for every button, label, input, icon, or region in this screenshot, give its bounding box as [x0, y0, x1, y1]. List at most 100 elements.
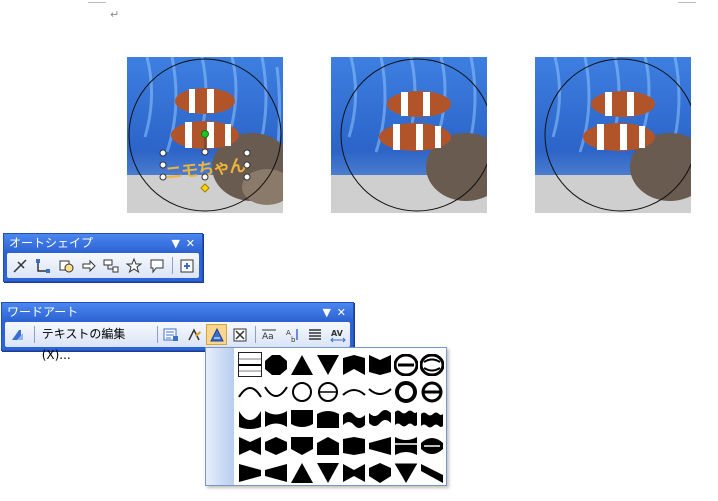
- wordart-shape-option[interactable]: [315, 405, 341, 432]
- flowchart-button[interactable]: [101, 255, 122, 276]
- same-height-icon: Aa: [262, 329, 277, 342]
- wordart-shape-option[interactable]: [315, 459, 341, 486]
- vertical-text-icon: Ab: [286, 328, 298, 343]
- wordart-shape-icon: [239, 410, 261, 429]
- alignment-button[interactable]: [304, 324, 325, 345]
- format-wordart-icon: [188, 327, 202, 340]
- wordart-gallery-button[interactable]: [161, 324, 182, 345]
- wordart-shape-option[interactable]: [263, 459, 289, 486]
- edit-text-button[interactable]: テキストの編集(X)...: [38, 324, 152, 362]
- toolbar-options-icon[interactable]: ▼: [323, 303, 331, 322]
- wordart-shape-option[interactable]: [315, 378, 341, 405]
- wordart-shape-option[interactable]: [341, 351, 367, 378]
- wordart-shape-palette[interactable]: [205, 347, 447, 486]
- close-icon[interactable]: ✕: [337, 303, 346, 322]
- svg-text:AV: AV: [331, 329, 344, 338]
- wordart-shape-option[interactable]: [393, 432, 419, 459]
- wordart-shape-option[interactable]: [341, 459, 367, 486]
- wordart-shape-icon: [421, 381, 443, 402]
- wordart-shape-option[interactable]: [237, 351, 263, 378]
- text-wrapping-icon: [233, 328, 247, 341]
- shape-grid: [237, 351, 445, 486]
- wordart-shape-icon: [421, 437, 443, 454]
- draw-icon: [13, 258, 27, 273]
- wordart-shape-icon: [421, 463, 443, 483]
- wordart-shape-icon: [369, 462, 391, 483]
- wordart-shape-option[interactable]: [393, 405, 419, 432]
- wordart-shape-option[interactable]: [419, 378, 445, 405]
- wordart-shape-option[interactable]: [393, 351, 419, 378]
- more-shapes-icon: [180, 259, 194, 272]
- wordart-shape-option[interactable]: [237, 459, 263, 486]
- wordart-shape-option[interactable]: [263, 378, 289, 405]
- autoshape-toolbar-titlebar[interactable]: オートシェイプ ▼ ✕: [4, 234, 202, 253]
- alignment-icon: [308, 328, 321, 340]
- wordart-shape-option[interactable]: [341, 405, 367, 432]
- insert-wordart-button[interactable]: [8, 324, 29, 345]
- selection-handles[interactable]: [158, 128, 254, 198]
- autoshape-toolbar[interactable]: オートシェイプ ▼ ✕: [3, 233, 203, 282]
- wordart-shape-option[interactable]: [419, 459, 445, 486]
- wordart-shape-option[interactable]: [367, 432, 393, 459]
- wordart-shape-icon: [265, 354, 287, 375]
- wordart-shape-option[interactable]: [341, 432, 367, 459]
- insert-wordart-icon: [12, 329, 24, 340]
- wordart-shape-option[interactable]: [263, 405, 289, 432]
- wordart-shape-option[interactable]: [367, 405, 393, 432]
- wordart-shape-option[interactable]: [237, 405, 263, 432]
- wordart-shape-option[interactable]: [237, 378, 263, 405]
- autoshape-toolbar-body: [7, 253, 199, 278]
- clownfish-image-2[interactable]: [331, 57, 487, 213]
- wordart-shape-icon: [342, 388, 366, 396]
- wordart-toolbar-body: テキストの編集(X)... Aa Ab AV: [5, 322, 350, 362]
- connectors-button[interactable]: [33, 255, 54, 276]
- basic-shapes-button[interactable]: [56, 255, 77, 276]
- toolbar-options-icon[interactable]: ▼: [172, 234, 180, 253]
- wordart-shape-option[interactable]: [289, 405, 315, 432]
- wordart-shape-icon: [369, 409, 391, 426]
- text-wrapping-button[interactable]: [229, 324, 250, 345]
- wordart-shape-option[interactable]: [419, 351, 445, 378]
- wordart-shape-icon: [343, 354, 365, 375]
- wordart-shape-option[interactable]: [289, 432, 315, 459]
- vertical-text-button[interactable]: Ab: [282, 324, 303, 345]
- wordart-shape-option[interactable]: [237, 432, 263, 459]
- wordart-shape-option[interactable]: [419, 405, 445, 432]
- wordart-shape-option[interactable]: [341, 378, 367, 405]
- wordart-shape-icon: [210, 327, 224, 341]
- toolbar-separator: [156, 326, 158, 343]
- format-wordart-button[interactable]: [184, 324, 205, 345]
- wordart-shape-option[interactable]: [315, 432, 341, 459]
- wordart-shape-option[interactable]: [315, 351, 341, 378]
- wordart-toolbar-titlebar[interactable]: ワードアート ▼ ✕: [2, 303, 353, 322]
- more-autoshapes-button[interactable]: [176, 255, 197, 276]
- wordart-shape-icon: [265, 436, 287, 455]
- block-arrows-button[interactable]: [78, 255, 99, 276]
- wordart-shape-icon: [368, 387, 392, 395]
- wordart-shape-option[interactable]: [263, 432, 289, 459]
- same-letter-heights-button[interactable]: Aa: [259, 324, 280, 345]
- paragraph-mark: ↵: [110, 8, 120, 21]
- character-spacing-button[interactable]: AV: [327, 324, 348, 345]
- wordart-shape-option[interactable]: [289, 378, 315, 405]
- wordart-shape-option[interactable]: [367, 378, 393, 405]
- wordart-shape-option[interactable]: [419, 432, 445, 459]
- close-icon[interactable]: ✕: [186, 234, 195, 253]
- wordart-shape-option[interactable]: [263, 351, 289, 378]
- clownfish-image-3[interactable]: [535, 57, 691, 213]
- wordart-shape-option[interactable]: [393, 378, 419, 405]
- flowchart-icon: [103, 259, 119, 272]
- wordart-shape-button[interactable]: [206, 324, 228, 345]
- wordart-shape-option[interactable]: [289, 459, 315, 486]
- wordart-shape-icon: [343, 463, 365, 482]
- wordart-shape-option[interactable]: [367, 459, 393, 486]
- wordart-shape-option[interactable]: [367, 351, 393, 378]
- lines-button[interactable]: [10, 255, 31, 276]
- callouts-button[interactable]: [147, 255, 168, 276]
- wordart-toolbar[interactable]: ワードアート ▼ ✕ テキストの編集(X)... Aa Ab AV: [1, 302, 354, 362]
- wordart-shape-icon: [239, 436, 261, 455]
- wordart-shape-option[interactable]: [289, 351, 315, 378]
- wordart-shape-icon: [292, 381, 312, 402]
- stars-banners-button[interactable]: [124, 255, 145, 276]
- wordart-shape-option[interactable]: [393, 459, 419, 486]
